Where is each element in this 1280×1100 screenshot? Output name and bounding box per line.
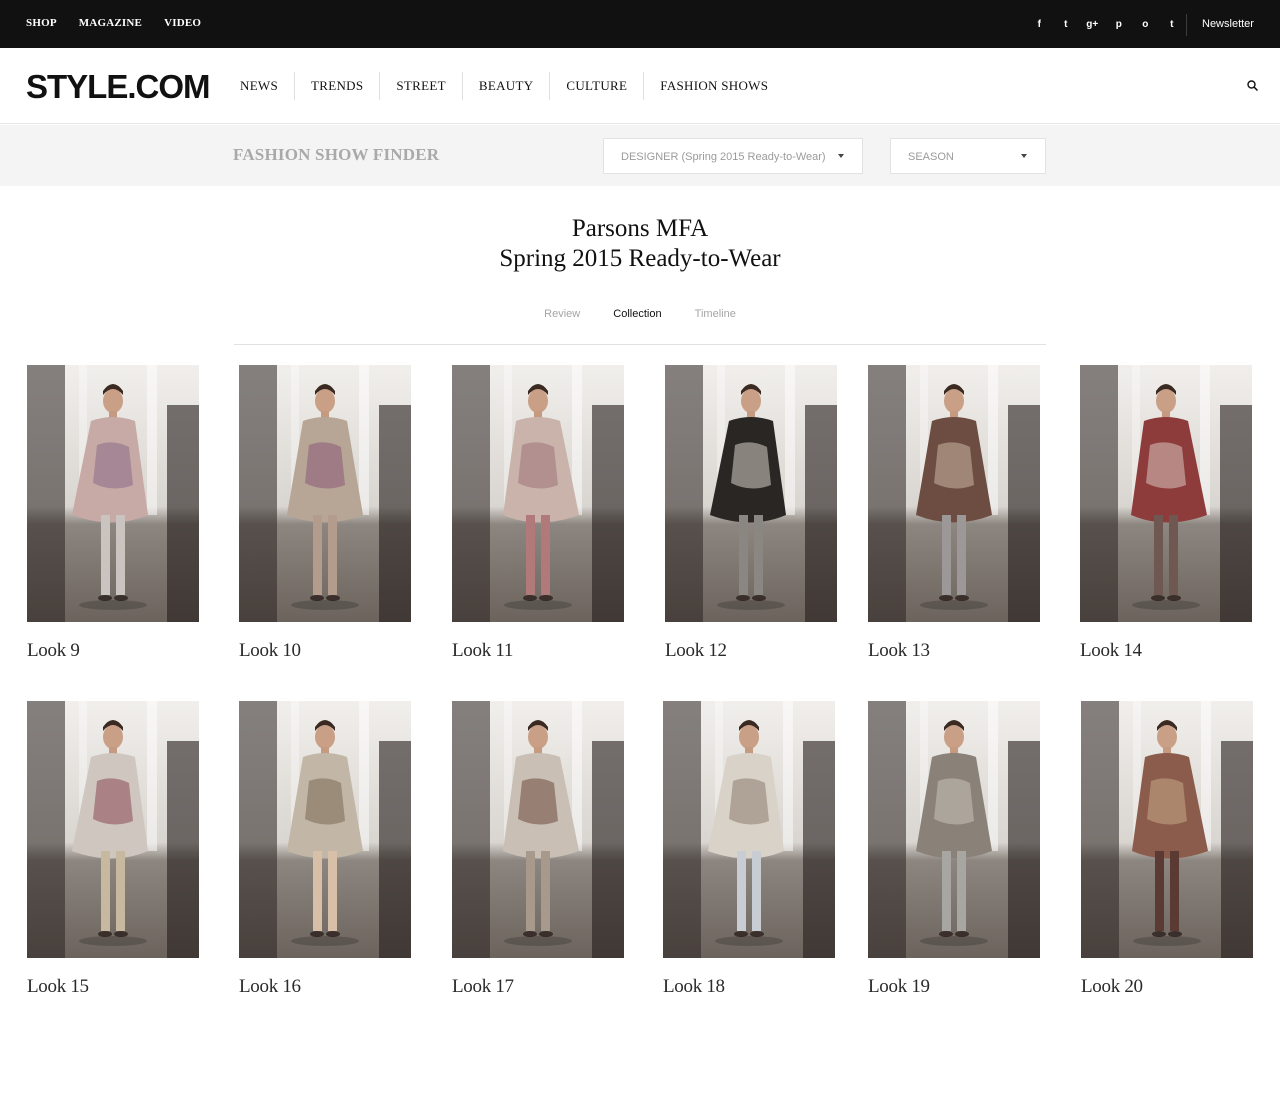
look-caption[interactable]: Look 16: [239, 976, 301, 998]
site-logo[interactable]: STYLE.COM: [26, 68, 211, 106]
look-caption[interactable]: Look 18: [663, 976, 725, 998]
tabs-divider: [234, 344, 1046, 345]
finder-title: FASHION SHOW FINDER: [233, 145, 440, 164]
look-card[interactable]: Look 14: [1080, 365, 1252, 661]
nav-trends[interactable]: TRENDS: [294, 72, 379, 100]
look-card[interactable]: Look 9: [27, 365, 199, 661]
top-bar-divider: [1186, 14, 1187, 36]
look-caption[interactable]: Look 19: [868, 976, 930, 998]
twitter-icon[interactable]: t: [1053, 18, 1080, 32]
look-card[interactable]: Look 18: [663, 701, 835, 997]
season-select-label: SEASON: [908, 151, 954, 163]
chevron-down-icon: [838, 154, 844, 158]
nav-beauty[interactable]: BEAUTY: [461, 72, 550, 100]
main-nav: NEWS TRENDS STREET BEAUTY CULTURE FASHIO…: [224, 72, 784, 100]
show-tabs: Review Collection Timeline: [0, 308, 1280, 320]
look-photo[interactable]: [452, 365, 624, 622]
nav-news[interactable]: NEWS: [224, 72, 294, 100]
look-card[interactable]: Look 15: [27, 701, 199, 997]
look-caption[interactable]: Look 20: [1081, 976, 1143, 998]
look-card[interactable]: Look 12: [665, 365, 837, 661]
look-card[interactable]: Look 19: [868, 701, 1040, 997]
look-caption[interactable]: Look 17: [452, 976, 514, 998]
look-card[interactable]: Look 13: [868, 365, 1040, 661]
social-links: f t g+ p o t: [1026, 18, 1185, 32]
instagram-icon[interactable]: o: [1132, 18, 1159, 32]
top-nav-magazine[interactable]: MAGAZINE: [79, 17, 142, 29]
tab-collection[interactable]: Collection: [613, 308, 661, 320]
look-caption[interactable]: Look 9: [27, 640, 80, 662]
look-photo[interactable]: [663, 701, 835, 958]
top-nav: SHOP MAGAZINE VIDEO: [26, 17, 223, 29]
show-season: Spring 2015 Ready-to-Wear: [499, 245, 781, 272]
designer-select-label: DESIGNER (Spring 2015 Ready-to-Wear): [621, 151, 826, 163]
look-photo[interactable]: [665, 365, 837, 622]
look-caption[interactable]: Look 14: [1080, 640, 1142, 662]
look-caption[interactable]: Look 15: [27, 976, 89, 998]
tab-timeline[interactable]: Timeline: [695, 308, 736, 320]
nav-street[interactable]: STREET: [379, 72, 461, 100]
look-caption[interactable]: Look 13: [868, 640, 930, 662]
search-icon[interactable]: [1247, 80, 1258, 91]
season-select[interactable]: SEASON: [890, 138, 1046, 174]
look-photo[interactable]: [868, 365, 1040, 622]
look-photo[interactable]: [1080, 365, 1252, 622]
tab-review[interactable]: Review: [544, 308, 580, 320]
top-nav-shop[interactable]: SHOP: [26, 17, 57, 29]
look-photo[interactable]: [1081, 701, 1253, 958]
tumblr-icon[interactable]: t: [1159, 18, 1186, 32]
look-photo[interactable]: [239, 365, 411, 622]
look-photo[interactable]: [27, 365, 199, 622]
designer-select[interactable]: DESIGNER (Spring 2015 Ready-to-Wear): [603, 138, 863, 174]
look-photo[interactable]: [239, 701, 411, 958]
look-card[interactable]: Look 10: [239, 365, 411, 661]
facebook-icon[interactable]: f: [1026, 18, 1053, 32]
look-card[interactable]: Look 16: [239, 701, 411, 997]
look-card[interactable]: Look 17: [452, 701, 624, 997]
top-bar: SHOP MAGAZINE VIDEO f t g+ p o t Newslet…: [0, 0, 1280, 48]
site-header: STYLE.COM NEWS TRENDS STREET BEAUTY CULT…: [0, 48, 1280, 124]
look-caption[interactable]: Look 12: [665, 640, 727, 662]
look-card[interactable]: Look 20: [1081, 701, 1253, 997]
chevron-down-icon: [1021, 154, 1027, 158]
look-photo[interactable]: [868, 701, 1040, 958]
show-designer: Parsons MFA: [571, 215, 709, 242]
show-title: Parsons MFA Spring 2015 Ready-to-Wear: [0, 214, 1280, 274]
nav-culture[interactable]: CULTURE: [549, 72, 643, 100]
look-caption[interactable]: Look 10: [239, 640, 301, 662]
look-caption[interactable]: Look 11: [452, 640, 513, 662]
look-card[interactable]: Look 11: [452, 365, 624, 661]
fashion-show-finder: FASHION SHOW FINDER DESIGNER (Spring 201…: [0, 125, 1280, 186]
look-photo[interactable]: [27, 701, 199, 958]
pinterest-icon[interactable]: p: [1106, 18, 1133, 32]
top-nav-video[interactable]: VIDEO: [164, 17, 201, 29]
newsletter-link[interactable]: Newsletter: [1202, 18, 1254, 30]
look-photo[interactable]: [452, 701, 624, 958]
nav-fashion-shows[interactable]: FASHION SHOWS: [643, 72, 784, 100]
google-plus-icon[interactable]: g+: [1079, 18, 1106, 32]
